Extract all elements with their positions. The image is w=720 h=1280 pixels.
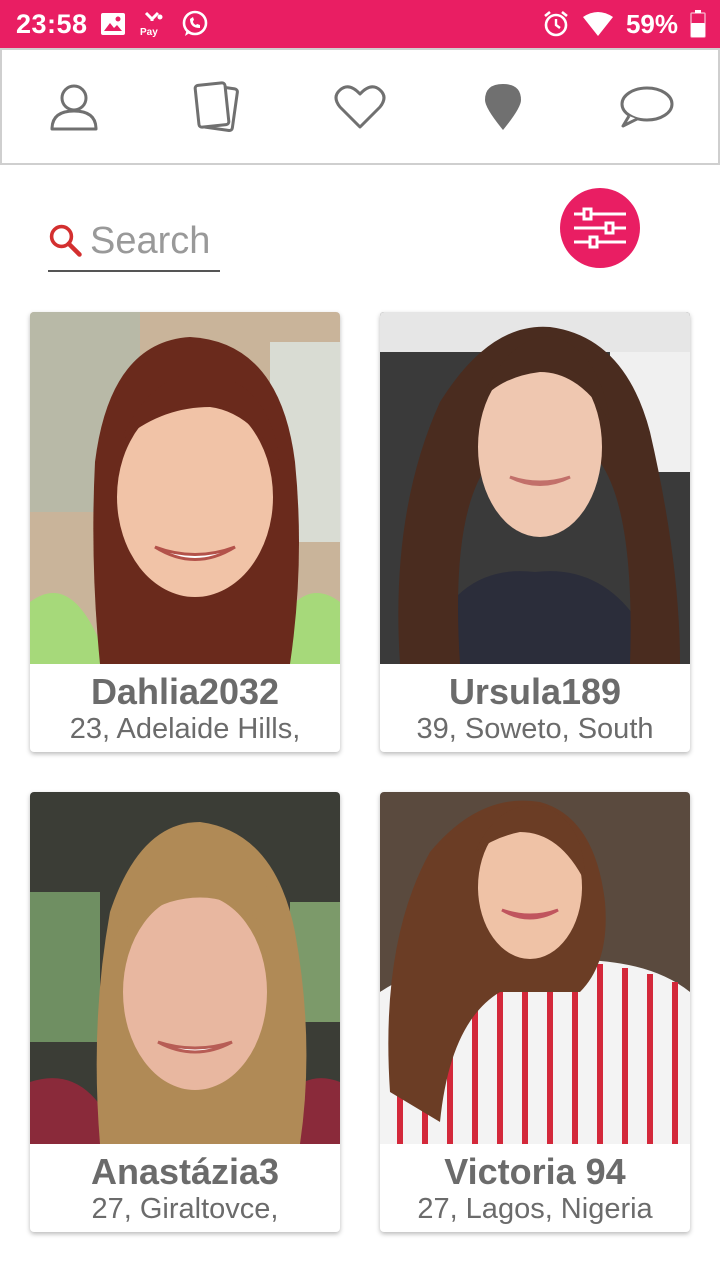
profile-name: Dahlia2032 <box>90 671 280 712</box>
profile-name: Ursula189 <box>448 671 622 712</box>
profile-icon <box>50 84 98 130</box>
profile-card[interactable]: Dahlia2032 23, Adelaide Hills, <box>30 312 340 752</box>
filter-sliders-icon <box>574 207 626 249</box>
nav-profile-button[interactable] <box>34 67 114 147</box>
caixa-pay-icon: Pay <box>138 9 168 39</box>
profile-photo <box>30 312 340 664</box>
card-info: Victoria 94 27, Lagos, Nigeria <box>380 1144 690 1232</box>
status-bar-right: 59% <box>542 9 706 40</box>
battery-icon <box>690 10 706 38</box>
status-bar-left: 23:58 Pay <box>16 9 210 40</box>
status-bar: 23:58 Pay 59% <box>0 0 720 48</box>
location-pin-icon <box>485 83 522 130</box>
heart-icon <box>334 84 386 128</box>
nav-cards-button[interactable] <box>177 67 257 147</box>
profile-location: 39, Soweto, South <box>416 713 654 745</box>
nav-chat-button[interactable] <box>606 67 686 147</box>
profile-card[interactable]: Anastázia3 27, Giraltovce, <box>30 792 340 1232</box>
clock: 23:58 <box>16 8 88 39</box>
filter-button[interactable] <box>560 188 640 268</box>
card-info: Ursula189 39, Soweto, South <box>380 664 690 752</box>
search-icon <box>49 224 82 257</box>
profile-card[interactable]: Victoria 94 27, Lagos, Nigeria <box>380 792 690 1232</box>
profile-name: Victoria 94 <box>444 1151 626 1192</box>
profile-location: 23, Adelaide Hills, <box>69 713 301 745</box>
search-input[interactable] <box>90 219 220 263</box>
top-nav <box>0 48 720 165</box>
profile-name: Anastázia3 <box>90 1151 280 1192</box>
cards-icon <box>193 80 239 132</box>
battery-percent: 59% <box>625 8 678 39</box>
alarm-icon <box>542 10 570 38</box>
profile-photo <box>380 792 690 1144</box>
profile-photo <box>30 792 340 1144</box>
profile-card[interactable]: Ursula189 39, Soweto, South <box>380 312 690 752</box>
card-info: Anastázia3 27, Giraltovce, <box>30 1144 340 1232</box>
card-info: Dahlia2032 23, Adelaide Hills, <box>30 664 340 752</box>
search-bar <box>48 212 220 272</box>
image-icon <box>100 12 126 36</box>
profile-photo <box>380 312 690 664</box>
profile-location: 27, Lagos, Nigeria <box>417 1193 653 1225</box>
whatsapp-icon <box>180 9 210 39</box>
chat-icon <box>620 86 674 127</box>
wifi-icon <box>582 11 614 37</box>
svg-text:Pay: Pay <box>140 27 158 38</box>
profile-location: 27, Giraltovce, <box>91 1193 279 1225</box>
nav-nearby-button[interactable] <box>463 67 543 147</box>
nav-likes-button[interactable] <box>320 67 400 147</box>
